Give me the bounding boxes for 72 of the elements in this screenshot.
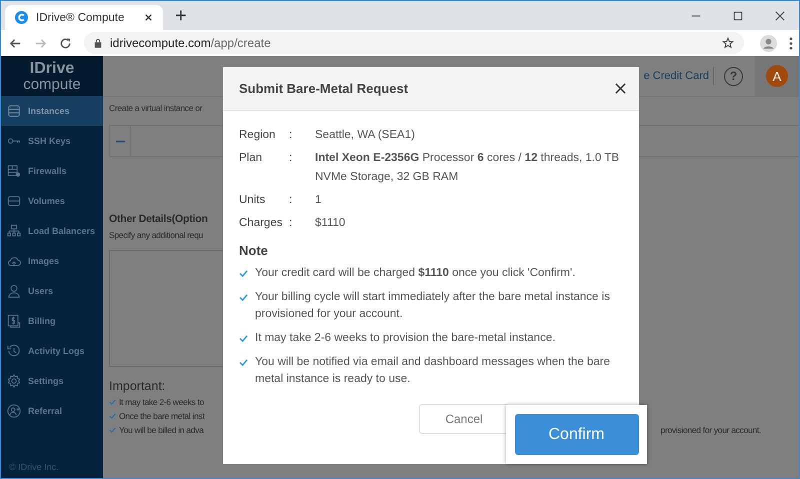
separator-text: : [289,128,294,143]
detail-label: Region [239,128,276,143]
important-text: provisioned for your account. [660,425,761,435]
important-text: It may take 2-6 weeks to [119,397,204,407]
check-icon [109,427,116,433]
sidebar-item[interactable]: Instances [1,96,103,126]
note-text: You will be notified via email and dashboard messages when the bare metal instance is ready to use. [255,355,612,387]
tab-title: IDrive® Compute [36,12,126,24]
lock-icon [94,38,102,48]
note-text: Your credit card will be charged $1110 once you click 'Confirm'. [255,266,576,281]
sidebar-item[interactable]: Activity Logs [1,336,103,366]
note-title: Note [239,243,269,258]
profile-icon[interactable] [760,34,777,52]
detail-value: 1 [315,193,322,208]
sidebar-item[interactable]: Firewalls [1,156,103,186]
reload-icon[interactable] [59,36,72,50]
separator-text: : [289,216,294,231]
sidebar-item[interactable]: Settings [1,366,103,396]
check-icon [109,399,116,405]
server-icon [7,104,21,118]
note-text: It may take 2-6 weeks to provision the bare-metal instance. [255,331,556,346]
section-title: Other Details(Option [109,213,208,225]
new-tab-button[interactable]: + [175,4,187,28]
logo: IDrive compute [1,56,103,96]
check-icon [239,359,248,366]
cancel-button[interactable]: Cancel [419,404,509,434]
user-icon [7,284,21,298]
detail-value: Seattle, WA (SEA1) [315,128,416,143]
close-icon[interactable] [615,83,626,94]
confirm-button[interactable]: Confirm [514,414,638,455]
detail-value: $1110 [315,216,346,231]
gear-icon [7,374,21,388]
app-logo-icon [15,11,28,24]
check-icon [109,413,116,419]
sidebar-item[interactable]: Load Balancers [1,216,103,246]
cloud-icon [7,254,21,268]
dialog-title: Submit Bare-Metal Request [239,81,410,96]
menu-icon[interactable] [789,36,793,50]
maximize-icon[interactable] [733,10,743,20]
detail-label: Units [239,193,266,208]
section-hint: Specify any additional requ [109,230,203,240]
close-icon[interactable] [775,10,785,20]
close-icon[interactable] [144,13,153,22]
minus-icon [116,140,124,142]
check-icon [239,335,248,342]
back-arrow-icon[interactable] [9,36,22,50]
detail-label: Charges [239,216,284,231]
detail-label: Plan [239,151,264,166]
intro-text: Create a virtual instance or [109,103,202,113]
sidebar-item[interactable]: Users [1,276,103,306]
address-bar[interactable]: idrivecompute.com/app/create [84,32,744,54]
star-icon[interactable] [722,37,734,49]
change-credit-card-link[interactable]: e Credit Card [644,70,709,82]
sidebar-item[interactable]: Referral [1,396,103,426]
sidebar-item[interactable]: Images [1,246,103,276]
history-icon [7,344,21,358]
avatar[interactable]: A [766,65,788,87]
billing-icon [7,314,21,328]
help-button[interactable]: ? [724,66,743,86]
check-icon [239,270,248,277]
browser-tab[interactable]: IDrive® Compute [5,5,163,30]
separator-text: : [289,193,294,208]
sidebar-item[interactable]: Volumes [1,186,103,216]
sidebar-item[interactable]: Billing [1,306,103,336]
separator-text: : [289,151,294,166]
sidebar-item[interactable]: SSH Keys [1,126,103,156]
check-icon [239,294,248,301]
important-title: Important: [109,379,166,393]
detail-value: Intel Xeon E-2356G Processor 6 cores / 12 threads, 1.0 TB NVMe Storage, 32 GB RAM [315,151,620,185]
important-text: Once the bare metal inst [119,411,204,421]
note-text: Your billing cycle will start immediately after the bare metal instance is provisioned for your account. [255,290,611,322]
important-text: You will be billed in adva [119,425,204,435]
